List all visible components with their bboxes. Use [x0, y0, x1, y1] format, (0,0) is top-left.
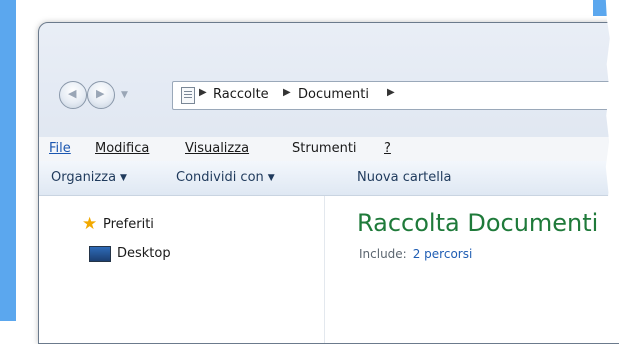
document-icon [181, 87, 195, 104]
back-button[interactable]: ◀ [59, 81, 87, 109]
breadcrumb-documenti[interactable]: Documenti [298, 87, 369, 102]
nav-buttons: ◀ ▶ ▼ [59, 81, 159, 111]
arrow-right-icon: ▶ [96, 87, 105, 100]
navigation-pane: ★ Preferiti Desktop [39, 196, 325, 343]
menu-view[interactable]: Visualizza [185, 141, 249, 156]
breadcrumb-separator-icon[interactable]: ▶ [387, 87, 395, 98]
include-label: Include: [359, 247, 407, 261]
chevron-down-icon: ▼ [120, 173, 127, 183]
library-include: Include: 2 percorsi [359, 247, 472, 261]
star-icon: ★ [82, 214, 98, 234]
share-with-button[interactable]: Condividi con ▼ [176, 170, 275, 185]
arrow-left-icon: ◀ [68, 87, 77, 100]
share-with-label: Condividi con [176, 170, 264, 185]
nav-item-desktop[interactable]: Desktop [117, 246, 171, 261]
menu-edit[interactable]: Modifica [95, 141, 149, 156]
library-title: Raccolta Documenti [357, 209, 599, 237]
breadcrumb-separator-icon[interactable]: ▶ [283, 87, 291, 98]
recent-pages-dropdown-icon[interactable]: ▼ [121, 90, 128, 100]
address-bar[interactable]: ▶ Raccolte ▶ Documenti ▶ [172, 81, 619, 110]
menu-file-label: File [49, 141, 71, 156]
explorer-window: ◀ ▶ ▼ ▶ Raccolte ▶ Documenti ▶ File Modi… [38, 22, 619, 344]
content-area: ★ Preferiti Desktop Raccolta Documenti I… [39, 196, 619, 343]
menu-bar: File Modifica Visualizza Strumenti ? [39, 137, 619, 162]
title-bar [39, 23, 619, 71]
organize-button[interactable]: Organizza ▼ [51, 170, 127, 185]
menu-view-label: Visualizza [185, 141, 250, 156]
menu-edit-label: Modifica [95, 141, 150, 156]
blue-background-left [0, 0, 16, 321]
menu-help[interactable]: ? [384, 141, 391, 156]
desktop-icon [89, 246, 111, 262]
menu-tools[interactable]: Strumenti [292, 141, 357, 156]
chevron-down-icon: ▼ [267, 173, 275, 183]
command-bar: Organizza ▼ Condividi con ▼ Nuova cartella [39, 161, 619, 196]
breadcrumb-raccolte[interactable]: Raccolte [213, 87, 269, 102]
menu-help-label: ? [384, 141, 391, 156]
breadcrumb-separator-icon[interactable]: ▶ [199, 87, 207, 98]
include-locations-link[interactable]: 2 percorsi [413, 247, 473, 261]
organize-label: Organizza [51, 170, 117, 185]
forward-button[interactable]: ▶ [87, 81, 115, 109]
nav-item-favorites[interactable]: Preferiti [103, 217, 154, 232]
menu-file[interactable]: File [49, 141, 71, 156]
new-folder-button[interactable]: Nuova cartella [357, 170, 451, 185]
